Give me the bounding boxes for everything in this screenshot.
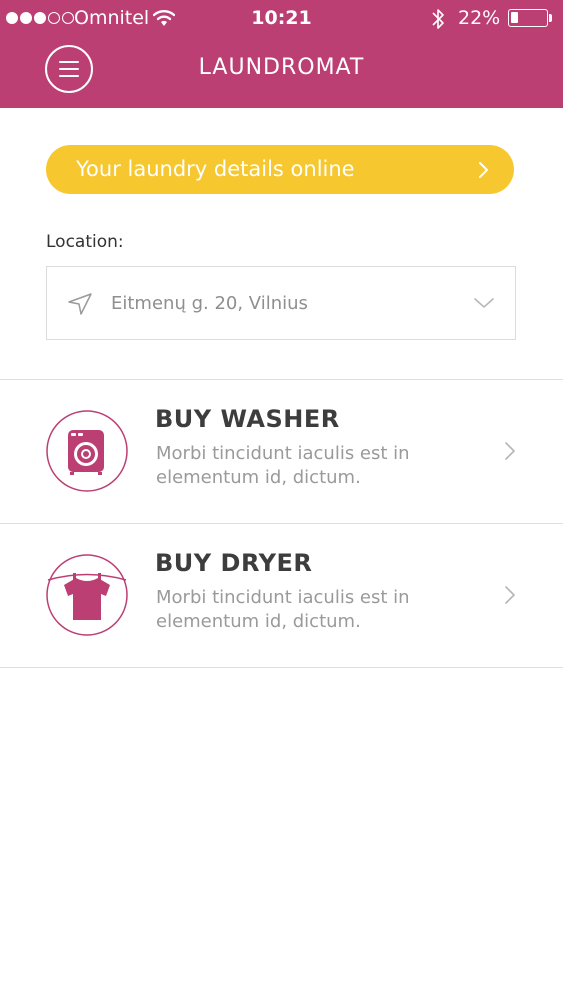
laundry-details-label: Your laundry details online [76,157,355,181]
chevron-right-icon [505,586,515,604]
status-bar: Omnitel 10:21 22% [0,0,563,38]
divider [0,667,563,668]
buy-dryer-row[interactable]: BUY DRYER Morbi tincidunt iaculis est in… [0,523,563,667]
chevron-right-icon [505,442,515,460]
location-arrow-icon [68,293,92,315]
bluetooth-icon [432,9,444,29]
battery-percent: 22% [458,7,501,29]
buy-washer-description: Morbi tincidunt iaculis est in elementum… [156,443,410,488]
laundry-details-button[interactable]: Your laundry details online [46,145,514,194]
buy-washer-title: BUY WASHER [155,405,340,433]
battery-terminal [549,14,552,22]
buy-dryer-title: BUY DRYER [155,549,313,577]
page-title: LAUNDROMAT [198,55,365,80]
battery-fill [511,12,518,23]
chevron-right-icon [479,162,488,178]
washing-machine-icon [46,410,128,492]
battery-icon [508,9,548,27]
chevron-down-icon [474,298,494,308]
location-value: Eitmenų g. 20, Vilnius [111,293,308,314]
app-header: Omnitel 10:21 22% LAUNDROMAT [0,0,563,108]
buy-washer-row[interactable]: BUY WASHER Morbi tincidunt iaculis est i… [0,379,563,523]
location-label: Location: [46,232,124,252]
laundromat-screen: Omnitel 10:21 22% LAUNDROMAT Your laundr… [0,0,563,1000]
buy-dryer-description: Morbi tincidunt iaculis est in elementum… [156,587,410,632]
location-select[interactable]: Eitmenų g. 20, Vilnius [46,266,516,340]
shirt-on-line-icon [46,554,128,636]
